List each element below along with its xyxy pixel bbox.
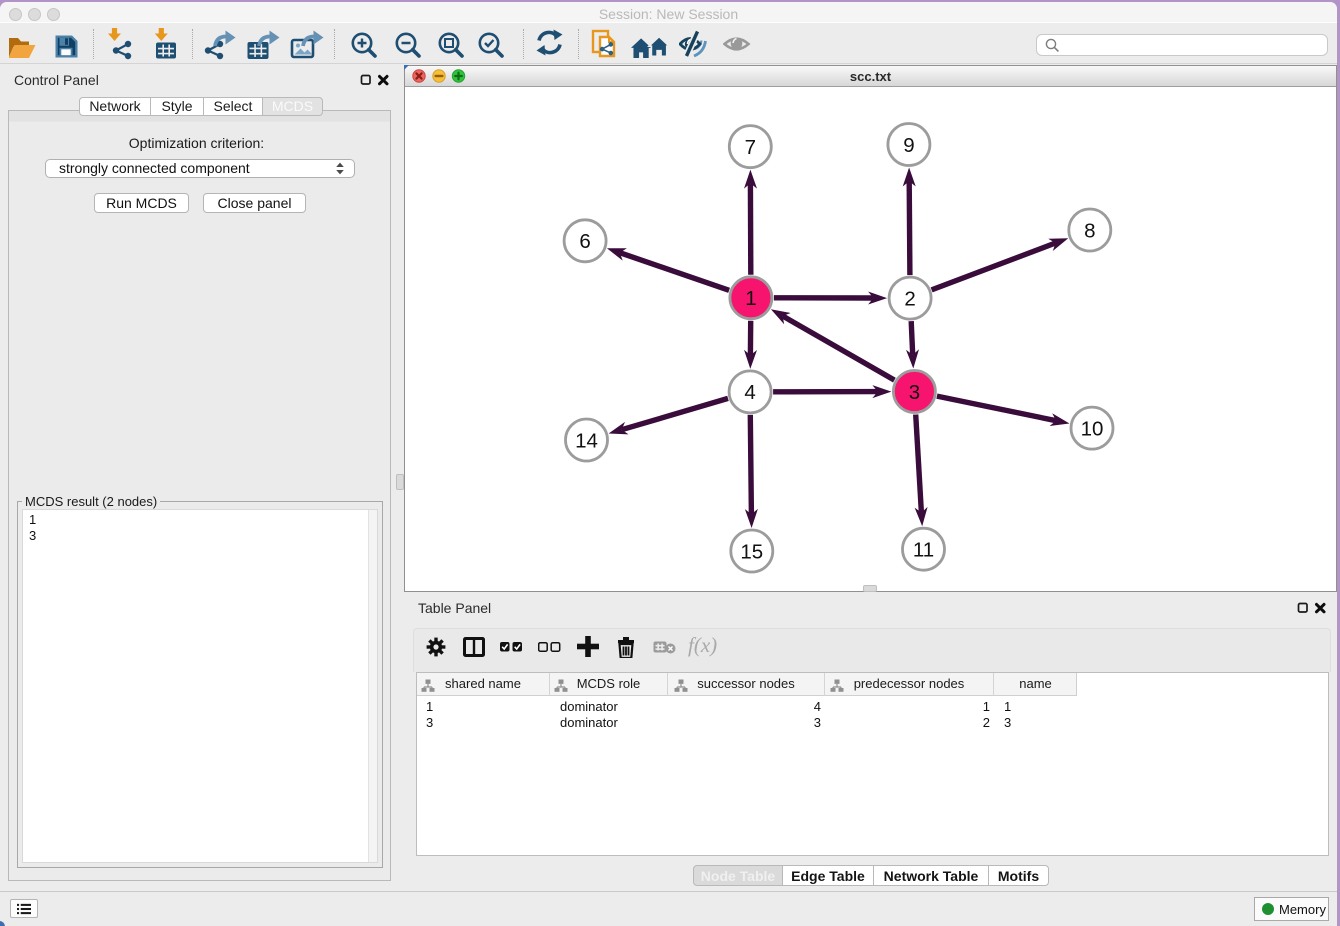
svg-text:7: 7: [745, 136, 756, 159]
svg-text:8: 8: [1084, 219, 1095, 242]
svg-text:3: 3: [909, 381, 920, 404]
svg-text:10: 10: [1081, 417, 1104, 440]
svg-text:14: 14: [575, 429, 598, 452]
svg-text:4: 4: [744, 381, 755, 404]
svg-text:6: 6: [579, 230, 590, 253]
svg-text:9: 9: [903, 134, 914, 157]
svg-text:2: 2: [904, 287, 915, 310]
svg-text:11: 11: [913, 539, 934, 562]
svg-text:15: 15: [740, 540, 763, 563]
svg-text:1: 1: [745, 287, 756, 310]
